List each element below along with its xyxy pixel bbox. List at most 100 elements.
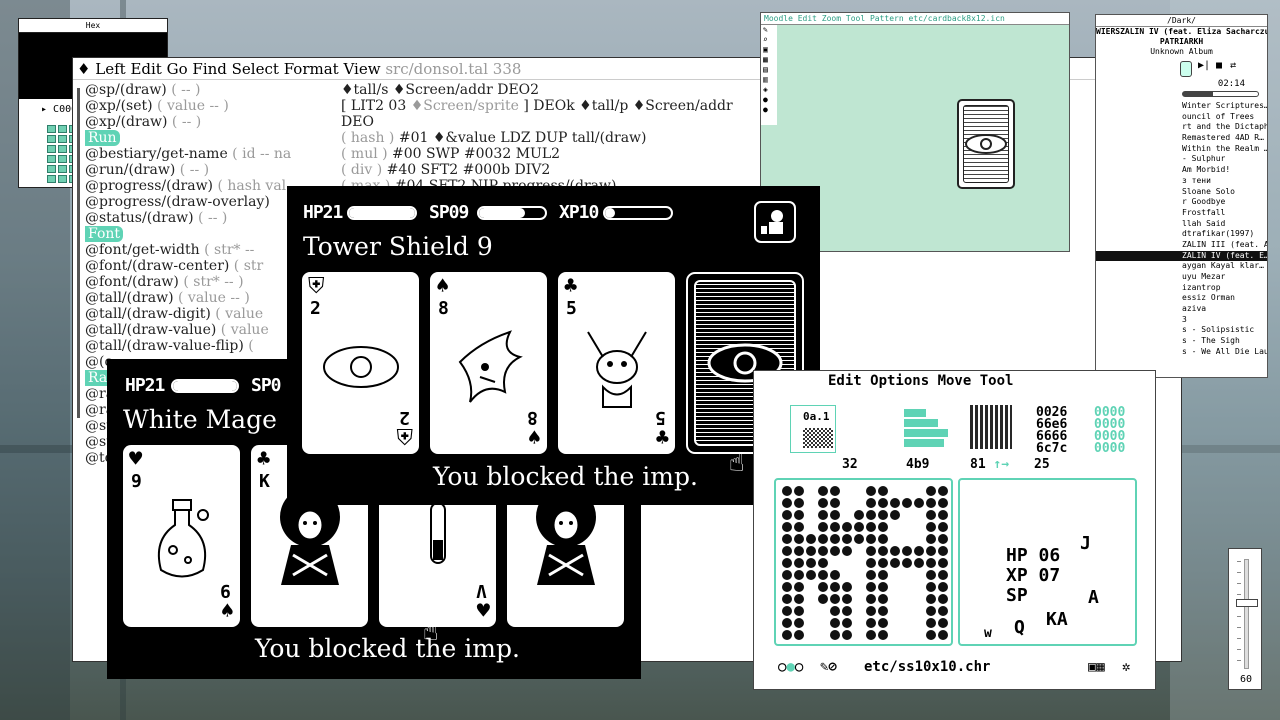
pixel-dot[interactable] [854,594,864,604]
hex-key[interactable] [47,125,56,133]
track-item[interactable]: Within the Realm … [1096,144,1267,155]
track-item[interactable]: Frostfall [1096,208,1267,219]
pixel-dot[interactable] [938,498,948,508]
pixel-dot[interactable] [794,522,804,532]
hex-key[interactable] [58,165,67,173]
pixel-dot[interactable] [914,570,924,580]
section-tag[interactable]: Font [85,226,291,242]
pixel-dot[interactable] [926,546,936,556]
pixel-dot[interactable] [830,594,840,604]
pixel-dot[interactable] [794,534,804,544]
pixel-dot[interactable] [806,558,816,568]
menu-item-diamond[interactable]: ♦ [77,60,90,78]
pixel-dot[interactable] [842,582,852,592]
menu-item-find[interactable]: Find [192,60,226,78]
pixel-dot[interactable] [926,558,936,568]
menu-item-view[interactable]: View [343,60,380,78]
pixel-dot[interactable] [878,618,888,628]
pixel-dot[interactable] [926,486,936,496]
pixel-dot[interactable] [902,546,912,556]
music-title[interactable]: /Dark/ [1096,15,1267,27]
track-item[interactable]: ouncil of Trees [1096,112,1267,123]
pixel-dot[interactable] [806,486,816,496]
pixel-dot[interactable] [818,630,828,640]
menu-item-left[interactable]: Left [95,60,125,78]
pixel-dot[interactable] [842,570,852,580]
code-line[interactable]: ( hash ) #01 ♦&value LDZ DUP tall/(draw) [341,130,733,146]
pixel-dot[interactable] [902,522,912,532]
pixel-dot[interactable] [854,546,864,556]
pixel-dot[interactable] [890,582,900,592]
pixel-dot[interactable] [878,546,888,556]
pixel-dot[interactable] [890,510,900,520]
track-item[interactable]: aziva [1096,304,1267,315]
pixel-dot[interactable] [782,486,792,496]
pixel-dot[interactable] [806,606,816,616]
pixel-dot[interactable] [938,570,948,580]
symbol-line[interactable]: @tall/(draw) ( value -- ) [85,290,291,306]
symbol-line[interactable]: @font/(draw) ( str* -- ) [85,274,291,290]
pixel-dot[interactable] [866,522,876,532]
hex-key[interactable] [58,175,67,183]
hex-key[interactable] [47,135,56,143]
pixel-dot[interactable] [806,630,816,640]
track-item[interactable]: aygan Kayal klar… [1096,261,1267,272]
track-item[interactable]: rt and the Dictaph… [1096,122,1267,133]
track-item[interactable]: essiz Orman [1096,293,1267,304]
pixel-dot[interactable] [902,570,912,580]
pixel-dot[interactable] [842,486,852,496]
pixel-dot[interactable] [914,522,924,532]
zoom-canvas[interactable] [774,478,953,646]
pixel-dot[interactable] [938,486,948,496]
stop-icon[interactable]: ■ [1216,60,1222,71]
pixel-dot[interactable] [866,510,876,520]
pixel-dot[interactable] [794,546,804,556]
pixel-dot[interactable] [878,558,888,568]
pixel-dot[interactable] [914,558,924,568]
pixel-dot[interactable] [866,618,876,628]
code-pane[interactable]: ♦tall/s ♦Screen/addr DEO2[ LIT2 03 ♦Scre… [341,82,733,194]
color-dots-icon[interactable]: ○●○ [778,659,803,675]
pixel-dot[interactable] [830,510,840,520]
pixel-dot[interactable] [902,594,912,604]
track-item[interactable]: Remastered 4AD R… [1096,133,1267,144]
track-item[interactable]: Am Morbid! [1096,165,1267,176]
pixel-dot[interactable] [782,546,792,556]
pixel-dot[interactable] [878,570,888,580]
pixel-dot[interactable] [854,510,864,520]
pixel-dot[interactable] [914,534,924,544]
pixel-dot[interactable] [830,618,840,628]
pixel-dot[interactable] [818,558,828,568]
pixel-dot[interactable] [782,570,792,580]
editor-scrollbar[interactable] [77,88,80,418]
track-item[interactable]: 3 [1096,315,1267,326]
pixel-dot[interactable] [938,618,948,628]
pixel-dot[interactable] [794,606,804,616]
brush-icon[interactable]: ✎⊘ [820,659,837,675]
pixel-dot[interactable] [926,582,936,592]
pixel-dot[interactable] [818,606,828,616]
symbol-line[interactable]: @font/get-width ( str* -- [85,242,291,258]
pixel-dot[interactable] [806,618,816,628]
pixel-dot[interactable] [926,522,936,532]
hex-key[interactable] [47,145,56,153]
pixel-dot[interactable] [830,498,840,508]
pixel-dot[interactable] [938,534,948,544]
symbol-line[interactable]: @sp/(draw) ( -- ) [85,82,291,98]
symbol-line[interactable]: @bestiary/get-name ( id -- na [85,146,291,162]
pixel-dot[interactable] [782,522,792,532]
symbol-line[interactable]: @progress/(draw-overlay) [85,194,291,210]
pixel-dot[interactable] [878,606,888,616]
pixel-dot[interactable] [866,534,876,544]
track-item[interactable]: ZALIN IV (feat. E… [1096,250,1267,262]
pixel-dot[interactable] [818,570,828,580]
pixel-dot[interactable] [806,594,816,604]
pixel-dot[interactable] [938,558,948,568]
pixel-dot[interactable] [782,558,792,568]
pixel-dot[interactable] [818,546,828,556]
pixel-dot[interactable] [878,486,888,496]
playing-card[interactable]: ♠ 8 8 ♠ [430,272,547,454]
pixel-dot[interactable] [854,558,864,568]
pixel-dot[interactable] [842,630,852,640]
symbol-line[interactable]: @tall/(draw-value-flip) ( [85,338,291,354]
